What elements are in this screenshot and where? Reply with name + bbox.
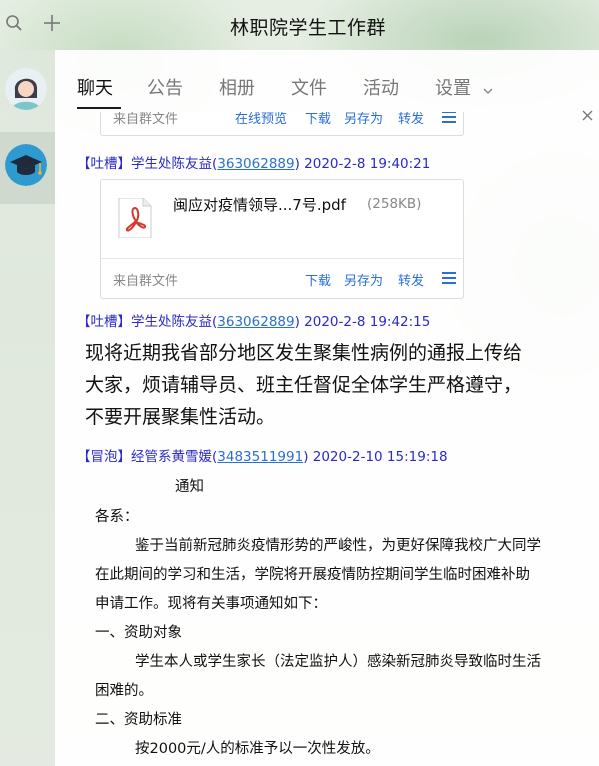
save-as-button[interactable]: 另存为 [344, 270, 383, 289]
window-title: 林职院学生工作群 [230, 17, 387, 39]
notice-line: 在此期间的学习和生活，学院将开展疫情防控期间学生临时困难补助 [95, 567, 530, 583]
forward-button[interactable]: 转发 [398, 270, 424, 289]
tab-announcement[interactable]: 公告 [147, 74, 183, 100]
save-as-button[interactable]: 另存为 [344, 112, 383, 127]
member-tag: 【吐槽】 [77, 314, 131, 330]
notice-line: 一、资助对象 [95, 625, 182, 641]
sender-name[interactable]: 经管系黄雪媛 [131, 449, 212, 465]
notice-line: 各系： [95, 509, 139, 525]
pdf-icon [117, 197, 153, 242]
tab-activities[interactable]: 活动 [363, 74, 399, 100]
file-name[interactable]: 闽应对疫情领导...7号.pdf [173, 194, 346, 215]
message-time: 2020-2-8 19:40:21 [304, 156, 431, 172]
message-text-line: 大家，烦请辅导员、班主任督促全体学生严格遵守， [85, 374, 523, 396]
file-source-label: 来自群文件 [113, 112, 179, 127]
notice-title: 通知 [175, 479, 204, 495]
tab-files[interactable]: 文件 [291, 74, 327, 100]
notice-line: 二、资助标准 [95, 712, 182, 728]
tab-bar: 聊天 公告 相册 文件 活动 设置 [55, 50, 599, 112]
file-size: (258KB) [367, 196, 422, 212]
preview-online-button[interactable]: 在线预览 [235, 112, 287, 127]
tab-settings[interactable]: 设置 [435, 74, 493, 100]
notice-line: 困难的。 [95, 683, 153, 699]
sender-qq-link[interactable]: 363062889 [217, 156, 294, 172]
notice-line: 申请工作。现将有关事项通知如下： [95, 596, 327, 612]
message-meta: 【冒泡】经管系黄雪媛(3483511991) 2020-2-10 15:19:1… [77, 449, 448, 465]
avatar [5, 68, 47, 110]
notice-line: 学生本人或学生家长（法定监护人）感染新冠肺炎导致临时生活 [135, 654, 541, 670]
graduation-cap-icon [5, 144, 47, 186]
notice-line: 按2000元/人的标准予以一次性发放。 [135, 741, 380, 757]
message-time: 2020-2-8 19:42:15 [304, 314, 431, 330]
file-source-label: 来自群文件 [113, 274, 179, 289]
download-button[interactable]: 下载 [305, 270, 331, 289]
file-card-footer: 来自群文件 在线预览 下载 另存为 转发 [101, 112, 463, 135]
conversation-rail [0, 50, 55, 766]
file-card-partial: 来自群文件 在线预览 下载 另存为 转发 [100, 112, 464, 136]
message-time: 2020-2-10 15:19:18 [312, 449, 448, 465]
message-text-line: 现将近期我省部分地区发生聚集性病例的通报上传给 [85, 342, 523, 364]
file-card[interactable]: 闽应对疫情领导...7号.pdf (258KB) 来自群文件 下载 另存为 转发 [100, 179, 464, 299]
download-button[interactable]: 下载 [305, 112, 331, 127]
sender-name[interactable]: 学生处陈友益 [131, 314, 212, 330]
chevron-down-icon [483, 79, 493, 100]
conversation-item-group[interactable] [0, 132, 55, 204]
message-text: 现将近期我省部分地区发生聚集性病例的通报上传给 大家，烦请辅导员、班主任督促全体… [85, 337, 595, 433]
search-icon[interactable] [4, 14, 24, 34]
sender-qq-link[interactable]: 3483511991 [217, 449, 303, 465]
member-tag: 【吐槽】 [77, 156, 131, 172]
tab-album[interactable]: 相册 [219, 74, 255, 100]
sender-name[interactable]: 学生处陈友益 [131, 156, 212, 172]
tab-active-indicator [77, 107, 121, 109]
chat-panel: 聊天 公告 相册 文件 活动 设置 来自群文件 在线预览 下载 另存为 转发 【… [55, 50, 599, 766]
more-menu-icon[interactable] [442, 272, 456, 284]
add-icon[interactable] [42, 14, 62, 34]
conversation-item-contact[interactable] [0, 60, 55, 132]
message-meta: 【吐槽】学生处陈友益(363062889) 2020-2-8 19:40:21 [77, 156, 431, 172]
tab-settings-label: 设置 [435, 78, 471, 99]
message-text-line: 不要开展聚集性活动。 [85, 406, 276, 428]
title-bar: 林职院学生工作群 [0, 0, 599, 50]
more-menu-icon[interactable] [442, 112, 456, 123]
message-meta: 【吐槽】学生处陈友益(363062889) 2020-2-8 19:42:15 [77, 314, 431, 330]
member-tag: 【冒泡】 [77, 449, 131, 465]
file-card-footer: 来自群文件 下载 另存为 转发 [101, 258, 463, 298]
message-list: 来自群文件 在线预览 下载 另存为 转发 【吐槽】学生处陈友益(36306288… [55, 112, 599, 766]
tab-chat[interactable]: 聊天 [77, 74, 113, 100]
forward-button[interactable]: 转发 [398, 112, 424, 127]
notice-line: 鉴于当前新冠肺炎疫情形势的严峻性，为更好保障我校广大同学 [135, 538, 541, 554]
sender-qq-link[interactable]: 363062889 [217, 314, 294, 330]
